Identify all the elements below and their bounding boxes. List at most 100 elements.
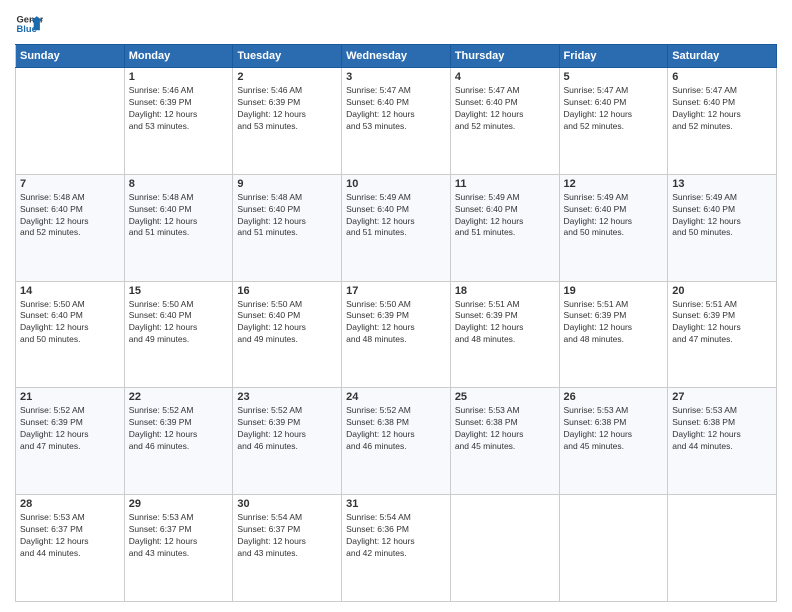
day-info: Sunrise: 5:52 AMSunset: 6:39 PMDaylight:… [20,405,120,453]
day-number: 16 [237,285,337,297]
day-number: 6 [672,71,772,83]
calendar-cell: 2 Sunrise: 5:46 AMSunset: 6:39 PMDaylight… [233,68,342,175]
calendar-cell: 10Sunrise: 5:49 AMSunset: 6:40 PMDayligh… [342,174,451,281]
day-info: Sunrise: 5:53 AMSunset: 6:37 PMDaylight:… [129,512,229,560]
day-number: 24 [346,391,446,403]
day-info: Sunrise: 5:53 AMSunset: 6:38 PMDaylight:… [564,405,664,453]
calendar-cell: 3 Sunrise: 5:47 AMSunset: 6:40 PMDaylight… [342,68,451,175]
day-info: Sunrise: 5:50 AMSunset: 6:39 PMDaylight:… [346,299,446,347]
day-number: 18 [455,285,555,297]
calendar-cell: 9 Sunrise: 5:48 AMSunset: 6:40 PMDaylight… [233,174,342,281]
day-info: Sunrise: 5:46 AMSunset: 6:39 PMDaylight:… [237,85,337,133]
day-info: Sunrise: 5:50 AMSunset: 6:40 PMDaylight:… [20,299,120,347]
week-row-1: 1 Sunrise: 5:46 AMSunset: 6:39 PMDaylight… [16,68,777,175]
day-info: Sunrise: 5:49 AMSunset: 6:40 PMDaylight:… [672,192,772,240]
day-info: Sunrise: 5:51 AMSunset: 6:39 PMDaylight:… [455,299,555,347]
day-number: 27 [672,391,772,403]
day-number: 2 [237,71,337,83]
calendar-cell: 26 Sunrise: 5:53 AMSunset: 6:38 PMDayligh… [559,388,668,495]
day-number: 20 [672,285,772,297]
calendar-cell: 8Sunrise: 5:48 AMSunset: 6:40 PMDaylight… [124,174,233,281]
header: General Blue [15,10,777,38]
day-number: 17 [346,285,446,297]
calendar-cell: 4 Sunrise: 5:47 AMSunset: 6:40 PMDaylight… [450,68,559,175]
week-row-2: 7Sunrise: 5:48 AMSunset: 6:40 PMDaylight… [16,174,777,281]
day-info: Sunrise: 5:47 AMSunset: 6:40 PMDaylight:… [672,85,772,133]
calendar-cell: 6 Sunrise: 5:47 AMSunset: 6:40 PMDaylight… [668,68,777,175]
page: General Blue SundayMondayTuesdayWednesda… [0,0,792,612]
calendar-cell: 22 Sunrise: 5:52 AMSunset: 6:39 PMDayligh… [124,388,233,495]
day-number: 5 [564,71,664,83]
weekday-header-friday: Friday [559,45,668,68]
day-number: 30 [237,498,337,510]
day-number: 25 [455,391,555,403]
day-info: Sunrise: 5:49 AMSunset: 6:40 PMDaylight:… [346,192,446,240]
day-number: 19 [564,285,664,297]
calendar-table: SundayMondayTuesdayWednesdayThursdayFrid… [15,44,777,602]
day-number: 21 [20,391,120,403]
calendar-cell: 13 Sunrise: 5:49 AMSunset: 6:40 PMDayligh… [668,174,777,281]
calendar-cell [668,495,777,602]
calendar-cell: 15 Sunrise: 5:50 AMSunset: 6:40 PMDayligh… [124,281,233,388]
day-number: 29 [129,498,229,510]
calendar-cell: 17 Sunrise: 5:50 AMSunset: 6:39 PMDayligh… [342,281,451,388]
calendar-cell: 24 Sunrise: 5:52 AMSunset: 6:38 PMDayligh… [342,388,451,495]
calendar-cell: 16Sunrise: 5:50 AMSunset: 6:40 PMDayligh… [233,281,342,388]
calendar-cell [450,495,559,602]
day-info: Sunrise: 5:53 AMSunset: 6:38 PMDaylight:… [672,405,772,453]
day-info: Sunrise: 5:52 AMSunset: 6:39 PMDaylight:… [237,405,337,453]
week-row-4: 21 Sunrise: 5:52 AMSunset: 6:39 PMDayligh… [16,388,777,495]
day-info: Sunrise: 5:48 AMSunset: 6:40 PMDaylight:… [237,192,337,240]
weekday-header-thursday: Thursday [450,45,559,68]
day-info: Sunrise: 5:48 AMSunset: 6:40 PMDaylight:… [20,192,120,240]
day-number: 1 [129,71,229,83]
day-info: Sunrise: 5:54 AMSunset: 6:36 PMDaylight:… [346,512,446,560]
day-number: 31 [346,498,446,510]
day-number: 9 [237,178,337,190]
calendar-cell: 29 Sunrise: 5:53 AMSunset: 6:37 PMDayligh… [124,495,233,602]
day-number: 15 [129,285,229,297]
day-number: 3 [346,71,446,83]
day-info: Sunrise: 5:52 AMSunset: 6:39 PMDaylight:… [129,405,229,453]
day-info: Sunrise: 5:51 AMSunset: 6:39 PMDaylight:… [564,299,664,347]
calendar-cell: 27 Sunrise: 5:53 AMSunset: 6:38 PMDayligh… [668,388,777,495]
calendar-cell: 1 Sunrise: 5:46 AMSunset: 6:39 PMDaylight… [124,68,233,175]
day-info: Sunrise: 5:54 AMSunset: 6:37 PMDaylight:… [237,512,337,560]
day-info: Sunrise: 5:51 AMSunset: 6:39 PMDaylight:… [672,299,772,347]
weekday-header-monday: Monday [124,45,233,68]
day-number: 28 [20,498,120,510]
week-row-5: 28 Sunrise: 5:53 AMSunset: 6:37 PMDayligh… [16,495,777,602]
calendar-cell: 20 Sunrise: 5:51 AMSunset: 6:39 PMDayligh… [668,281,777,388]
day-number: 13 [672,178,772,190]
calendar-cell [16,68,125,175]
calendar-cell: 23Sunrise: 5:52 AMSunset: 6:39 PMDayligh… [233,388,342,495]
logo-icon: General Blue [15,10,43,38]
calendar-cell [559,495,668,602]
day-info: Sunrise: 5:47 AMSunset: 6:40 PMDaylight:… [346,85,446,133]
calendar: SundayMondayTuesdayWednesdayThursdayFrid… [15,44,777,602]
logo: General Blue [15,10,43,38]
day-info: Sunrise: 5:53 AMSunset: 6:37 PMDaylight:… [20,512,120,560]
day-number: 4 [455,71,555,83]
weekday-header-row: SundayMondayTuesdayWednesdayThursdayFrid… [16,45,777,68]
day-info: Sunrise: 5:50 AMSunset: 6:40 PMDaylight:… [129,299,229,347]
calendar-cell: 7Sunrise: 5:48 AMSunset: 6:40 PMDaylight… [16,174,125,281]
calendar-cell: 19 Sunrise: 5:51 AMSunset: 6:39 PMDayligh… [559,281,668,388]
calendar-cell: 12Sunrise: 5:49 AMSunset: 6:40 PMDayligh… [559,174,668,281]
day-info: Sunrise: 5:47 AMSunset: 6:40 PMDaylight:… [455,85,555,133]
day-info: Sunrise: 5:53 AMSunset: 6:38 PMDaylight:… [455,405,555,453]
day-number: 26 [564,391,664,403]
day-info: Sunrise: 5:52 AMSunset: 6:38 PMDaylight:… [346,405,446,453]
weekday-header-tuesday: Tuesday [233,45,342,68]
calendar-cell: 28 Sunrise: 5:53 AMSunset: 6:37 PMDayligh… [16,495,125,602]
day-number: 11 [455,178,555,190]
weekday-header-wednesday: Wednesday [342,45,451,68]
week-row-3: 14Sunrise: 5:50 AMSunset: 6:40 PMDayligh… [16,281,777,388]
day-number: 22 [129,391,229,403]
calendar-cell: 5Sunrise: 5:47 AMSunset: 6:40 PMDaylight… [559,68,668,175]
day-info: Sunrise: 5:46 AMSunset: 6:39 PMDaylight:… [129,85,229,133]
calendar-cell: 30 Sunrise: 5:54 AMSunset: 6:37 PMDayligh… [233,495,342,602]
day-number: 8 [129,178,229,190]
day-number: 12 [564,178,664,190]
calendar-cell: 31 Sunrise: 5:54 AMSunset: 6:36 PMDayligh… [342,495,451,602]
